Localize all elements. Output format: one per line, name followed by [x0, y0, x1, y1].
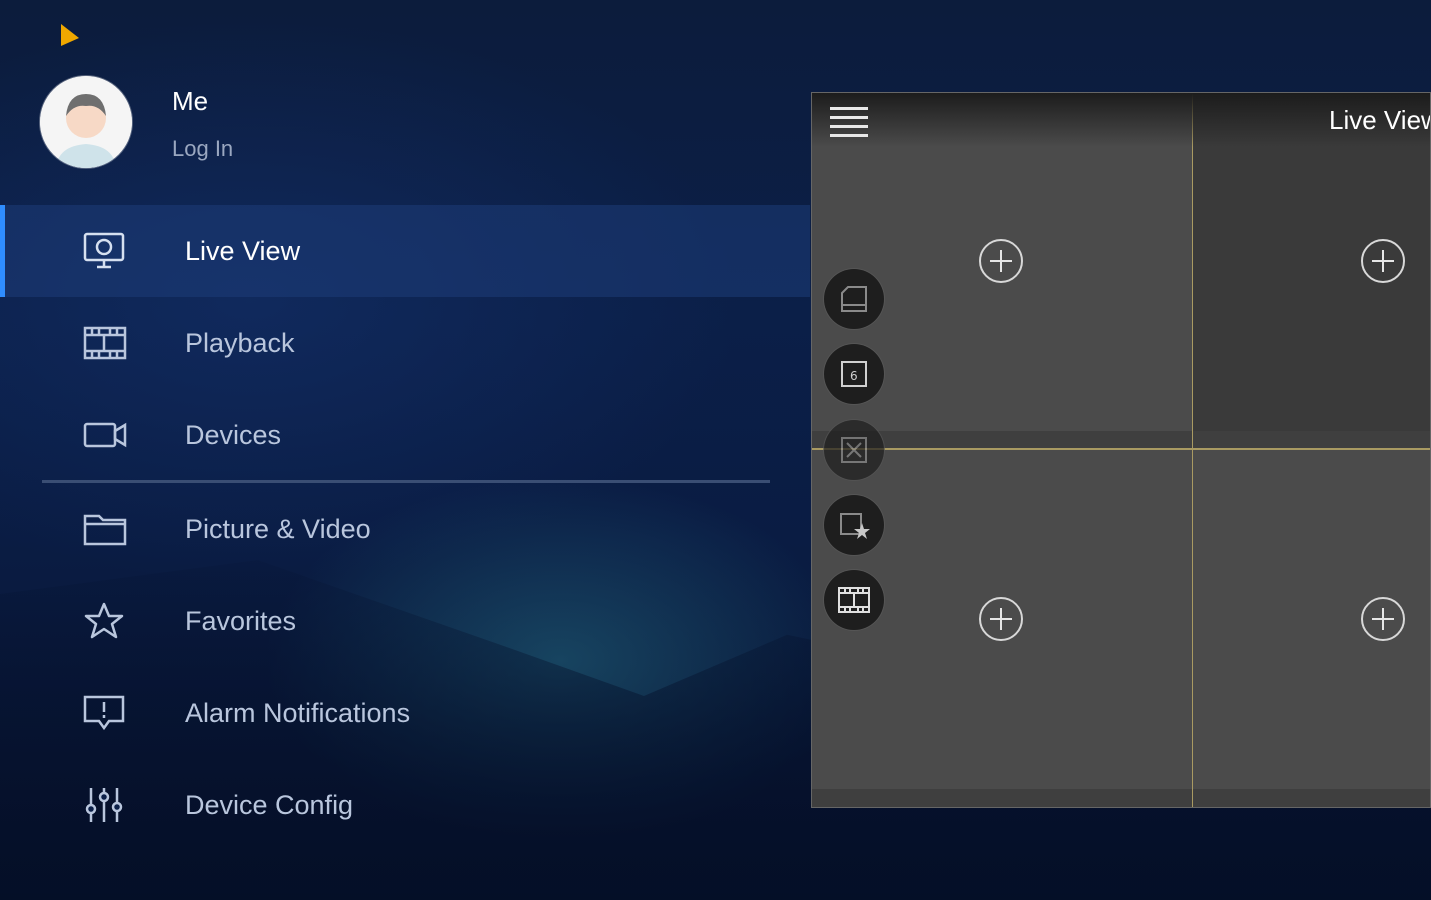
menu-item-device-config[interactable]: Device Config	[0, 759, 810, 851]
snapshot-icon	[841, 286, 867, 312]
menu-label-device-config: Device Config	[185, 789, 354, 820]
menu-label-favorites: Favorites	[185, 605, 297, 636]
main-menu: Live View Playback Devices Picture & Vid…	[0, 205, 810, 851]
hamburger-menu-icon[interactable]	[830, 105, 868, 137]
add-device-button-2[interactable]	[1361, 239, 1405, 283]
film-strip-icon	[82, 323, 128, 363]
cell-shade	[812, 789, 1430, 807]
menu-label-live-view: Live View	[185, 235, 301, 266]
preview-title: Live View	[1329, 105, 1431, 135]
record-button[interactable]	[824, 570, 884, 630]
live-view-preview[interactable]: Live View 6	[811, 92, 1431, 808]
record-film-icon	[838, 587, 870, 613]
video-camera-icon	[82, 415, 128, 455]
cell-shade	[812, 431, 1430, 448]
monitor-icon	[82, 231, 128, 271]
folder-icon	[82, 509, 128, 549]
menu-label-playback: Playback	[185, 327, 295, 358]
stream-6-icon: 6	[841, 361, 867, 387]
grid-divider	[812, 448, 1430, 450]
svg-text:6: 6	[850, 369, 858, 383]
add-favorite-button[interactable]	[824, 495, 884, 555]
stream-button[interactable]: 6	[824, 344, 884, 404]
menu-item-alarm-notifications[interactable]: Alarm Notifications	[0, 667, 810, 759]
login-link[interactable]: Log In	[172, 136, 233, 162]
menu-item-picture-video[interactable]: Picture & Video	[0, 483, 810, 575]
menu-item-playback[interactable]: Playback	[0, 297, 810, 389]
add-favorite-icon	[840, 513, 870, 539]
profile-name: Me	[172, 86, 209, 116]
grid-divider	[1192, 93, 1193, 807]
add-device-button-1[interactable]	[979, 239, 1023, 283]
menu-label-alarm-notifications: Alarm Notifications	[185, 697, 411, 728]
menu-item-favorites[interactable]: Favorites	[0, 575, 810, 667]
sliders-icon	[82, 785, 128, 825]
star-icon	[82, 601, 128, 641]
close-window-button[interactable]	[824, 420, 884, 480]
avatar[interactable]	[40, 76, 132, 168]
close-window-icon	[841, 437, 867, 463]
mouse-cursor	[58, 22, 82, 50]
add-device-button-4[interactable]	[1361, 597, 1405, 641]
add-device-button-3[interactable]	[979, 597, 1023, 641]
alarm-message-icon	[82, 693, 128, 733]
menu-label-picture-video: Picture & Video	[185, 513, 371, 544]
snapshot-button[interactable]	[824, 269, 884, 329]
menu-label-devices: Devices	[185, 419, 282, 450]
menu-item-devices[interactable]: Devices	[0, 389, 810, 481]
menu-item-live-view[interactable]: Live View	[0, 205, 810, 297]
